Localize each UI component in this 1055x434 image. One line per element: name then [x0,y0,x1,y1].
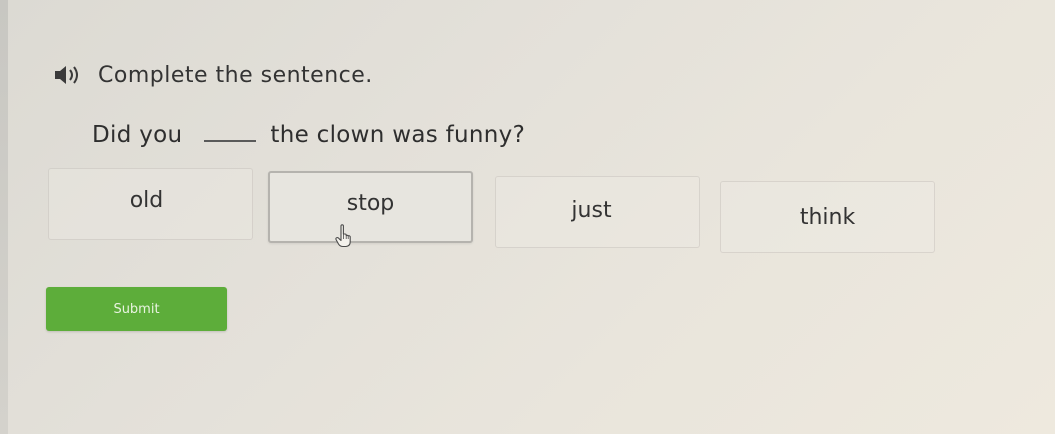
choice-label: old [129,187,164,213]
sentence-before: Did you [92,122,183,148]
prompt: Complete the sentence. [46,58,373,92]
window-left-edge [0,0,8,434]
hand-cursor-icon [334,224,354,248]
submit-button[interactable]: Submit [46,287,227,331]
choice-think[interactable]: think [720,181,935,253]
choice-stop[interactable]: stop [268,171,473,243]
choice-label: stop [346,190,395,216]
sentence: Did you the clown was funny? [92,114,525,148]
choice-old[interactable]: old [48,168,253,240]
prompt-text: Complete the sentence. [98,62,373,88]
choice-label: think [799,204,856,230]
sentence-after: the clown was funny? [270,122,526,148]
choice-label: just [571,197,612,223]
sentence-blank [204,140,257,142]
choice-just[interactable]: just [495,176,700,248]
speaker-icon[interactable] [46,58,90,92]
